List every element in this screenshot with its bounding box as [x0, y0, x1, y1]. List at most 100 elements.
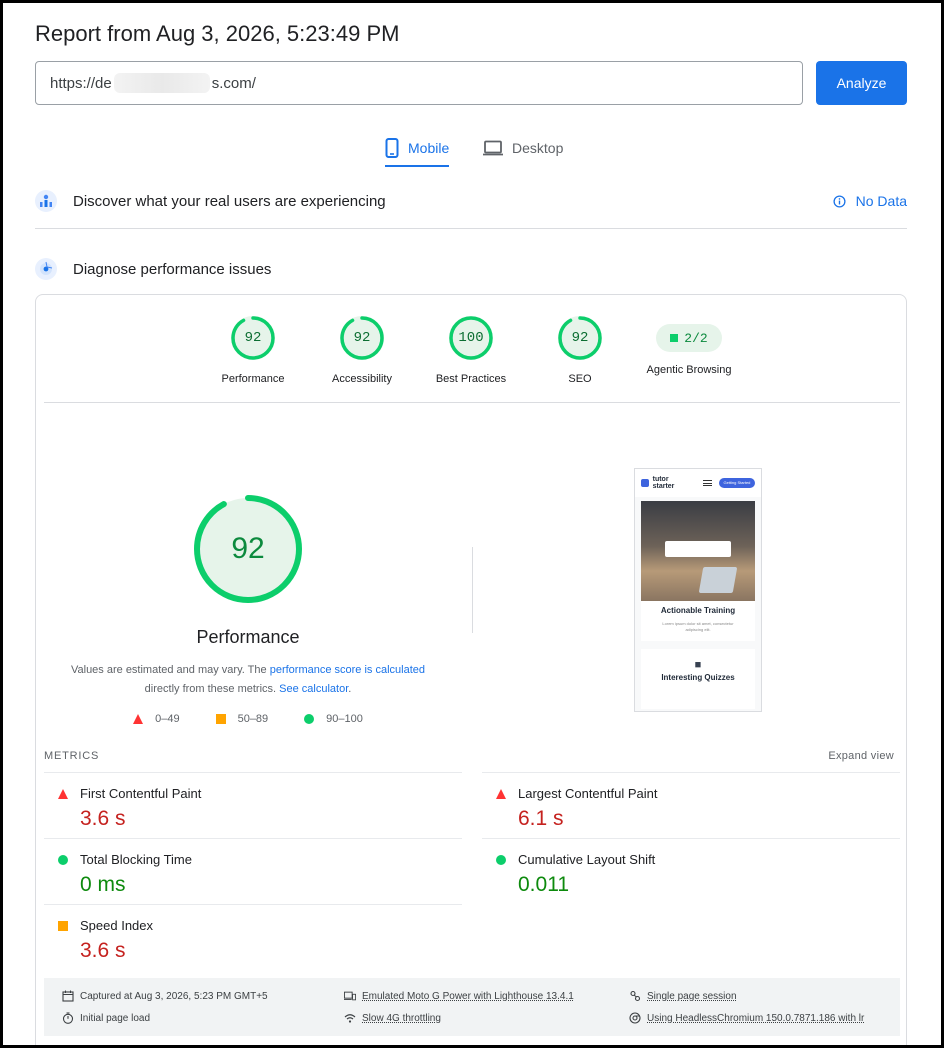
menu-icon	[703, 480, 712, 486]
device-tabs: Mobile Desktop	[3, 129, 941, 169]
session-type[interactable]: Single page session	[629, 990, 737, 1002]
triangle-icon	[496, 789, 506, 799]
gauge-accessibility[interactable]: 92 Accessibility	[307, 315, 417, 385]
metric-name: Cumulative Layout Shift	[518, 852, 656, 867]
gauge-performance[interactable]: 92 Performance	[198, 315, 308, 385]
triangle-icon	[133, 714, 144, 724]
metric-cumulative-layout-shift: Cumulative Layout Shift 0.011	[482, 838, 900, 904]
run-info-footer: Captured at Aug 3, 2026, 5:23 PM GMT+5 I…	[44, 978, 900, 1036]
metrics-heading: METRICS	[44, 750, 100, 762]
legend-poor: 0–49	[133, 713, 180, 725]
chrome-icon	[629, 1012, 641, 1024]
gauge-best-practices[interactable]: 100 Best Practices	[416, 315, 526, 385]
gauges-divider	[44, 402, 900, 403]
section-divider	[35, 228, 907, 229]
field-data-section: Discover what your real users are experi…	[35, 183, 907, 219]
circle-icon	[58, 855, 68, 865]
screenshot-logo: tutor starter	[652, 476, 675, 490]
page-frame: Report from Aug 3, 2026, 5:23:49 PM http…	[0, 0, 944, 1048]
vertical-divider	[472, 547, 473, 633]
page-load-text: Initial page load	[80, 1012, 151, 1024]
screenshot-card: ■ Interesting Quizzes	[641, 649, 755, 709]
legend-label: 0–49	[155, 713, 180, 725]
tab-desktop-label: Desktop	[512, 140, 564, 156]
session-text: Single page session	[647, 990, 737, 1002]
url-suffix: s.com/	[211, 74, 256, 92]
legend-average: 50–89	[215, 713, 269, 725]
screenshot-image	[641, 501, 755, 601]
legend-label: 50–89	[237, 713, 269, 725]
no-data-status[interactable]: No Data	[833, 183, 907, 219]
legend-good: 90–100	[304, 713, 363, 725]
metric-first-contentful-paint: First Contentful Paint 3.6 s	[44, 772, 462, 838]
legend-label: 90–100	[326, 713, 363, 725]
performance-title: Performance	[196, 627, 300, 647]
emulated-device[interactable]: Emulated Moto G Power with Lighthouse 13…	[344, 990, 574, 1002]
device-text: Emulated Moto G Power with Lighthouse 13…	[362, 990, 574, 1002]
field-data-title: Discover what your real users are experi…	[73, 192, 386, 210]
triangle-icon	[58, 789, 68, 799]
diagnose-section: Diagnose performance issues	[35, 251, 907, 287]
expand-view-toggle[interactable]: Expand view	[828, 750, 894, 762]
metric-speed-index: Speed Index 3.6 s	[44, 904, 462, 970]
metric-largest-contentful-paint: Largest Contentful Paint 6.1 s	[482, 772, 900, 838]
metric-value: 0.011	[518, 873, 569, 896]
puzzle-icon: ■	[694, 659, 702, 671]
see-calculator-link[interactable]: See calculator	[279, 683, 348, 695]
screenshot-card-title: Interesting Quizzes	[661, 673, 735, 682]
report-card: 92 Performance 92 Accessibility 100 Best…	[35, 294, 907, 1045]
timer-icon	[62, 1012, 74, 1024]
analyze-button[interactable]: Analyze	[816, 61, 907, 105]
gauge-label: Best Practices	[435, 373, 507, 385]
tab-mobile-label: Mobile	[408, 140, 450, 156]
tab-desktop[interactable]: Desktop	[483, 129, 563, 167]
network-throttling[interactable]: Slow 4G throttling	[344, 1012, 441, 1024]
metric-total-blocking-time: Total Blocking Time 0 ms	[44, 838, 462, 904]
users-icon	[35, 190, 57, 212]
tab-mobile[interactable]: Mobile	[385, 129, 450, 167]
score-calculated-link[interactable]: performance score is calculated	[270, 664, 425, 676]
performance-score: 92	[231, 532, 265, 565]
square-icon	[215, 714, 226, 724]
url-input[interactable]: https://de s.com/	[35, 61, 803, 105]
metric-value: 0 ms	[80, 873, 126, 896]
agentic-pill: 2/2	[656, 324, 722, 352]
metric-name: First Contentful Paint	[80, 786, 202, 801]
captured-at: Captured at Aug 3, 2026, 5:23 PM GMT+5	[62, 990, 268, 1002]
desc-text: .	[348, 683, 352, 695]
pass-icon	[670, 334, 679, 342]
info-icon	[833, 194, 846, 208]
logo-icon	[641, 479, 649, 487]
desktop-icon	[483, 140, 503, 156]
gauge-score: 92	[571, 330, 589, 346]
page-load: Initial page load	[62, 1012, 150, 1024]
gauge-score: 100	[458, 330, 484, 346]
gauge-agentic-browsing[interactable]: 2/2 Agentic Browsing	[634, 315, 744, 376]
metric-name: Total Blocking Time	[80, 852, 192, 867]
mobile-icon	[385, 138, 399, 158]
captured-text: Captured at Aug 3, 2026, 5:23 PM GMT+5	[80, 990, 268, 1002]
browser-version[interactable]: Using HeadlessChromium 150.0.7871.186 wi…	[629, 1012, 864, 1024]
report-title: Report from Aug 3, 2026, 5:23:49 PM	[35, 21, 400, 46]
page-screenshot: tutor starter Getting Started Actionable…	[634, 468, 762, 712]
metric-value: 3.6 s	[80, 939, 126, 962]
diagnose-title: Diagnose performance issues	[73, 260, 272, 278]
screenshot-header: tutor starter Getting Started	[635, 469, 761, 497]
url-redaction	[113, 73, 210, 93]
metric-value: 3.6 s	[80, 807, 126, 830]
desc-text: directly from these metrics.	[144, 683, 280, 695]
agentic-value: 2/2	[684, 330, 708, 346]
wifi-icon	[344, 1014, 356, 1023]
performance-description: Values are estimated and may vary. The p…	[60, 661, 436, 699]
gauge-label: Accessibility	[332, 373, 392, 385]
gauge-label: SEO	[568, 373, 592, 385]
screenshot-card: Actionable Training Lorem ipsum dolor si…	[641, 501, 755, 641]
screenshot-button: Getting Started	[718, 478, 755, 488]
metric-name: Largest Contentful Paint	[518, 786, 658, 801]
gauge-seo[interactable]: 92 SEO	[525, 315, 635, 385]
metric-name: Speed Index	[80, 918, 154, 933]
browser-text: Using HeadlessChromium 150.0.7871.186 wi…	[647, 1012, 865, 1024]
score-legend: 0–49 50–89 90–100	[36, 713, 460, 725]
calendar-icon	[62, 990, 74, 1002]
score-gauges: 92 Performance 92 Accessibility 100 Best…	[36, 315, 906, 395]
